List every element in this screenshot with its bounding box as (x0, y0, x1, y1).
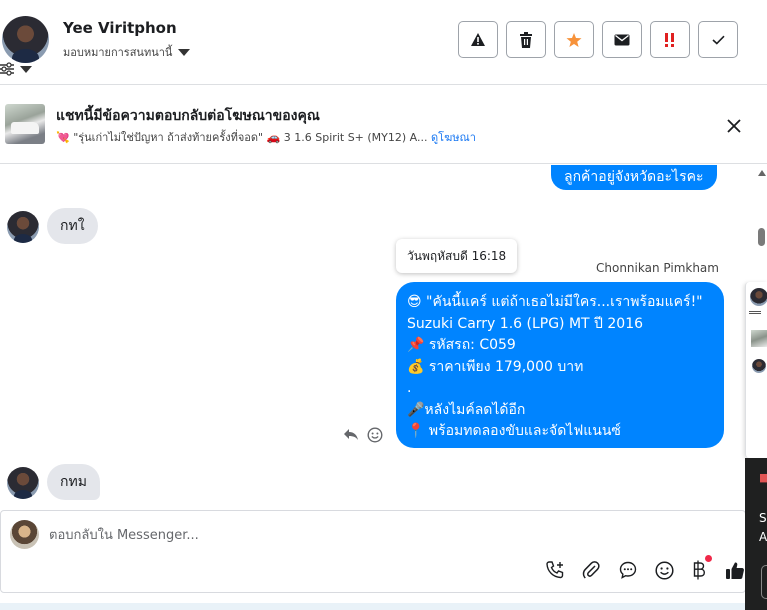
sender-name: Chonnikan Pimkham (596, 261, 719, 275)
star-icon (566, 32, 582, 47)
thumbs-up-icon (726, 561, 744, 579)
assign-label: มอบหมายการสนทนานี้ (63, 46, 173, 59)
side-chat-panel: ■ S A (745, 282, 767, 610)
outgoing-message-bubble[interactable]: 😎 "คันนี้แคร์ แต่ถ้าเธอไม่มีใคร...เราพร้… (396, 282, 724, 448)
report-spam-button[interactable] (458, 21, 498, 58)
inbox-conversation-view: Yee Viritphon มอบหมายการสนทนานี้ แชทนี้ม… (0, 0, 767, 610)
emoji-icon (654, 560, 674, 580)
timestamp-tooltip: วันพฤหัสบดี 16:18 (396, 239, 518, 273)
warning-icon (471, 33, 485, 46)
mark-important-button[interactable] (650, 21, 690, 58)
follow-up-button[interactable] (554, 21, 594, 58)
popup-text: A (759, 530, 767, 544)
sliders-icon (0, 62, 14, 76)
ad-headline: 💘 "รุ่นเก่าไม่ใช่ปัญหา ถ้าส่งท้ายครั้งที… (56, 131, 428, 144)
outgoing-message-bubble[interactable]: ลูกค้าอยู่จังหวัดอะไรคะ (551, 165, 717, 190)
avatar[interactable] (7, 211, 39, 243)
conversation-header: Yee Viritphon มอบหมายการสนทนานี้ (0, 0, 767, 85)
mark-done-button[interactable] (698, 21, 738, 58)
avatar (10, 520, 39, 549)
avatar (750, 288, 767, 306)
ad-banner-subtitle: 💘 "รุ่นเก่าไม่ใช่ปัญหา ถ้าส่งท้ายครั้งที… (56, 128, 476, 146)
message-line: 💰 ราคาเพียง 179,000 บาท (407, 358, 584, 375)
ad-thumbnail[interactable] (5, 104, 45, 144)
ad-reply-banner: แชทนี้มีข้อความตอบกลับต่อโฆษณาของคุณ 💘 "… (0, 86, 767, 164)
popup-text: S (759, 511, 767, 525)
message-line: 🎤หลังไมค์ลดได้อีก (407, 401, 526, 418)
popup-button[interactable] (761, 565, 767, 599)
attachment-icon (582, 561, 600, 579)
avatar[interactable] (2, 16, 49, 63)
attachment-button[interactable] (579, 558, 603, 582)
reply-icon[interactable] (343, 427, 359, 441)
close-icon[interactable] (724, 116, 744, 136)
chevron-down-icon (178, 48, 191, 56)
scroll-up-arrow-icon[interactable] (758, 170, 766, 176)
emoji-button[interactable] (652, 558, 676, 582)
baht-payment-icon (693, 560, 706, 580)
avatar (752, 359, 766, 373)
label-filter-button[interactable] (0, 62, 32, 76)
like-button[interactable] (723, 558, 747, 582)
message-thread: ลูกค้าอยู่จังหวัดอะไรคะ กทใ วันพฤหัสบดี … (0, 165, 756, 510)
notification-dot (705, 555, 712, 562)
saved-reply-button[interactable] (616, 558, 640, 582)
scrollbar-thumb[interactable] (758, 228, 765, 246)
envelope-icon (614, 34, 630, 45)
side-chat-card[interactable] (745, 282, 767, 458)
check-icon (711, 35, 725, 45)
message-line: 😎 "คันนี้แคร์ แต่ถ้าเธอไม่มีใคร...เราพร้… (407, 294, 703, 310)
message-line: 📍 พร้อมทดลองขับและจัดไฟแนนซ์ (407, 423, 621, 439)
call-add-icon (546, 561, 564, 579)
bottom-strip (0, 603, 746, 610)
side-dark-popup: ■ S A (745, 458, 767, 610)
incoming-message-bubble[interactable]: กทม (47, 464, 100, 500)
contact-name[interactable]: Yee Viritphon (63, 19, 177, 37)
delete-button[interactable] (506, 21, 546, 58)
message-line: Suzuki Carry 1.6 (LPG) MT ปี 2016 (407, 315, 644, 332)
double-exclamation-icon (665, 32, 674, 47)
chevron-down-icon (20, 65, 32, 73)
trash-icon (520, 31, 532, 48)
reply-input[interactable] (49, 523, 549, 547)
reply-composer (0, 510, 746, 593)
call-add-button[interactable] (543, 558, 567, 582)
view-ad-link[interactable]: ดูโฆษณา (431, 131, 476, 144)
popup-icon: ■ (759, 471, 767, 484)
assign-conversation-dropdown[interactable]: มอบหมายการสนทนานี้ (63, 43, 191, 61)
incoming-message-bubble[interactable]: กทใ (47, 208, 98, 244)
ad-banner-title: แชทนี้มีข้อความตอบกลับต่อโฆษณาของคุณ (56, 108, 320, 124)
avatar[interactable] (7, 467, 39, 499)
saved-reply-icon (619, 561, 637, 579)
message-line: . (407, 380, 412, 396)
sliders-icon (749, 311, 761, 314)
emoji-react-icon[interactable] (367, 427, 383, 443)
message-line: 📌 รหัสรถ: C059 (407, 337, 516, 353)
mark-unread-button[interactable] (602, 21, 642, 58)
ad-thumbnail (751, 330, 767, 347)
